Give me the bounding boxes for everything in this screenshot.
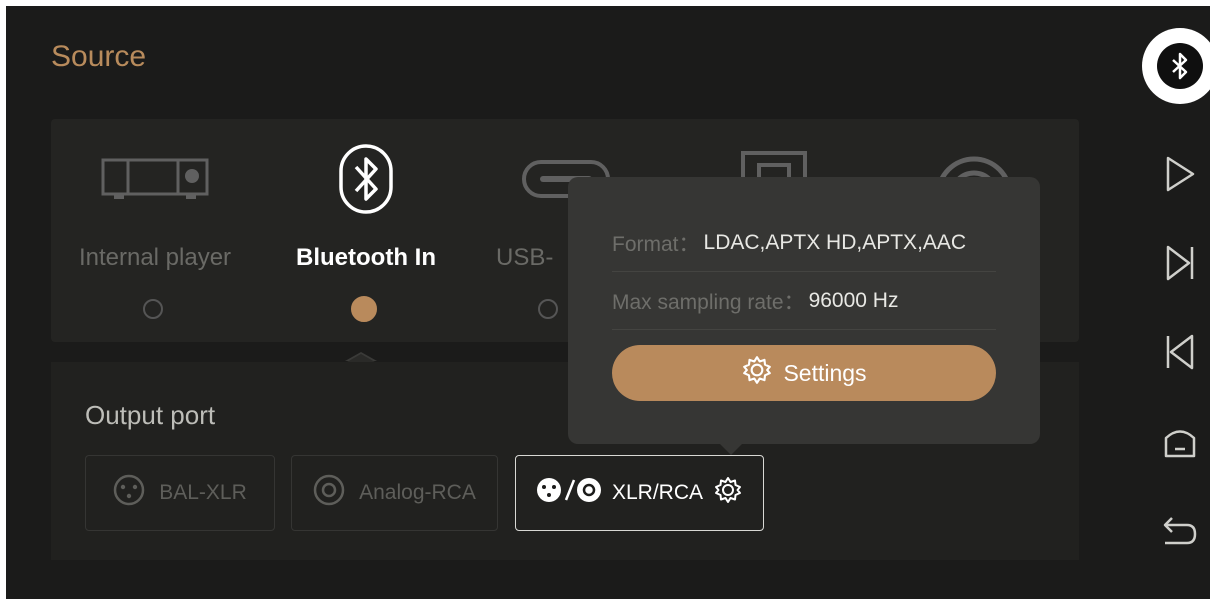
source-label: Bluetooth In (296, 244, 436, 271)
back-icon[interactable] (1158, 509, 1202, 553)
previous-track-icon[interactable] (1158, 330, 1202, 374)
home-icon[interactable] (1158, 419, 1202, 463)
port-analog-rca[interactable]: Analog-RCA (291, 455, 498, 531)
xlr-icon (113, 474, 145, 512)
sampling-rate-row: Max sampling rate： 96000 Hz (612, 273, 996, 330)
radio-bluetooth-in[interactable] (351, 296, 377, 322)
bluetooth-button[interactable] (1142, 28, 1210, 104)
settings-label: Settings (783, 359, 867, 386)
port-xlr-rca[interactable]: XLR/RCA (515, 455, 764, 531)
selection-caret (345, 352, 377, 362)
play-icon[interactable] (1158, 152, 1202, 196)
bluetooth-icon (1157, 43, 1203, 89)
settings-button[interactable]: Settings (612, 345, 996, 401)
radio-usb[interactable] (538, 299, 558, 319)
format-label: Format： (612, 233, 700, 256)
xlr-rca-icon (536, 476, 602, 510)
sidebar (1114, 6, 1210, 599)
sampling-rate-label: Max sampling rate： (612, 291, 805, 314)
port-bal-xlr[interactable]: BAL-XLR (85, 455, 275, 531)
port-label: Analog-RCA (359, 481, 476, 504)
sampling-rate-value: 96000 Hz (808, 289, 899, 312)
gear-icon (741, 354, 773, 392)
page-title: Source (51, 40, 147, 73)
next-track-icon[interactable] (1158, 241, 1202, 285)
rca-icon (313, 474, 345, 512)
player-icon (65, 139, 245, 219)
popup-pointer (719, 443, 743, 455)
gear-icon[interactable] (713, 475, 743, 511)
port-label: BAL-XLR (159, 481, 247, 504)
format-value: LDAC,APTX HD,APTX,AAC (703, 231, 967, 254)
source-internal-player[interactable]: Internal player (65, 119, 245, 342)
source-screen: Source Internal player Bluetooth In USB- (6, 6, 1210, 599)
format-row: Format： LDAC,APTX HD,APTX,AAC (612, 215, 996, 272)
bluetooth-icon (276, 139, 456, 219)
source-bluetooth-in[interactable]: Bluetooth In (276, 119, 456, 342)
radio-internal-player[interactable] (143, 299, 163, 319)
bluetooth-info-popup: Format： LDAC,APTX HD,APTX,AAC Max sampli… (568, 177, 1040, 444)
port-label: XLR/RCA (611, 481, 704, 504)
output-title: Output port (85, 400, 216, 430)
source-label: Internal player (78, 244, 232, 271)
